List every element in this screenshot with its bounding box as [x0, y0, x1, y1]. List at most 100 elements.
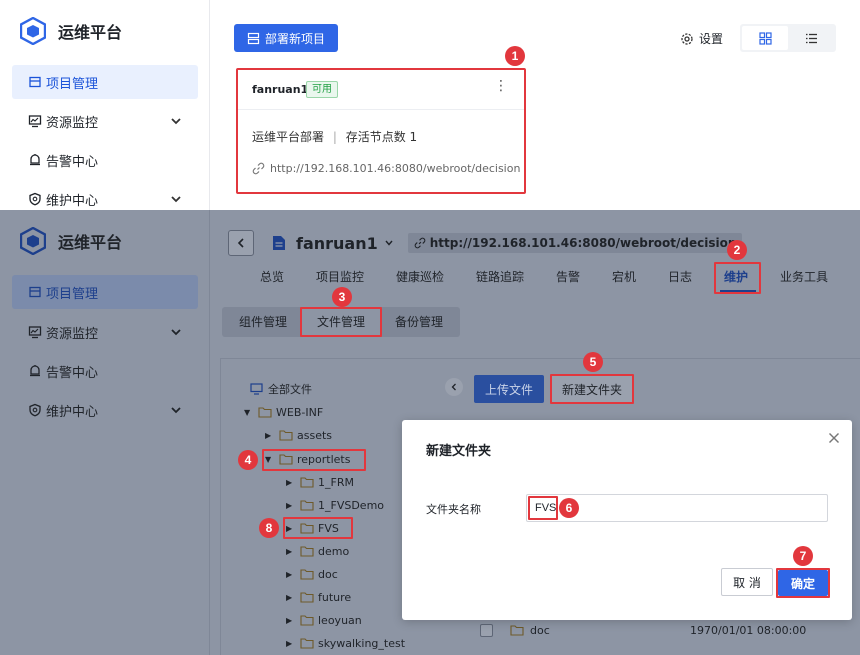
collapse-tree-button[interactable] [445, 378, 463, 396]
project-name: fanruan1 [296, 233, 378, 253]
highlight-box [283, 517, 353, 539]
upload-file-button[interactable]: 上传文件 [474, 375, 544, 403]
desc-separator: | [332, 130, 337, 144]
tree-node-label: WEB-INF [276, 405, 324, 419]
sidebar-item-label: 维护中心 [46, 193, 99, 209]
tree-node-demo[interactable]: ▶ demo [286, 542, 349, 560]
sidebar-item-resource-monitor[interactable]: 资源监控 [12, 104, 198, 138]
tree-node-assets[interactable]: ▶ assets [265, 426, 332, 444]
deploy-project-button[interactable]: 部署新项目 [234, 24, 338, 52]
cancel-button[interactable]: 取 消 [721, 568, 773, 596]
subtab-component-mgmt[interactable]: 组件管理 [228, 307, 298, 337]
caret-right-icon[interactable]: ▶ [286, 593, 296, 602]
tree-node-1-fvsdemo[interactable]: ▶ 1_FVSDemo [286, 496, 384, 514]
list-view-button[interactable] [788, 26, 834, 50]
bell-icon [30, 365, 40, 377]
highlight-box [776, 568, 830, 598]
close-icon[interactable] [828, 432, 840, 444]
bell-icon [30, 154, 40, 166]
caret-right-icon[interactable]: ▶ [286, 639, 296, 648]
folder-icon [300, 568, 314, 580]
tab-health-check[interactable]: 健康巡检 [396, 268, 444, 285]
chevron-down-icon [171, 118, 181, 125]
row-checkbox[interactable] [480, 624, 493, 637]
project-url-chip[interactable]: http://192.168.101.46:8080/webroot/decis… [407, 233, 743, 253]
sidebar-item-label: 维护中心 [46, 404, 99, 420]
sidebar-item-projects[interactable]: 项目管理 [12, 275, 198, 309]
view-toggle [740, 24, 836, 52]
project-card-node-count: 存活节点数 1 [345, 130, 418, 144]
project-card[interactable]: fanruan1 可用 ⋮ 运维平台部署 | 存活节点数 1 http://19… [236, 68, 526, 194]
step-marker-1: 1 [505, 46, 525, 66]
chevron-down-icon[interactable] [384, 238, 394, 248]
project-card-url-text: http://192.168.101.46:8080/webroot/decis… [270, 162, 521, 175]
tree-node-label: leoyuan [318, 613, 362, 627]
tree-node-doc[interactable]: ▶ doc [286, 565, 338, 583]
row-name: doc [530, 624, 550, 637]
chevron-down-icon [171, 196, 181, 203]
dialog-title: 新建文件夹 [426, 444, 492, 459]
tab-overview[interactable]: 总览 [260, 268, 284, 285]
subtab-backup-mgmt[interactable]: 备份管理 [382, 307, 456, 337]
link-icon [252, 162, 265, 175]
highlight-box [300, 307, 382, 337]
project-card-header: fanruan1 可用 ⋮ [238, 70, 524, 110]
sidebar-item-resource-monitor[interactable]: 资源监控 [12, 315, 198, 349]
shield-icon [29, 192, 41, 206]
deploy-project-label: 部署新项目 [264, 31, 325, 46]
list-icon [29, 76, 41, 88]
project-header: fanruan1 http://192.168.101.46:8080/webr… [228, 230, 743, 256]
tree-node-leoyuan[interactable]: ▶ leoyuan [286, 611, 362, 629]
back-button[interactable] [228, 230, 254, 256]
sidebar-item-maintenance-center[interactable]: 维护中心 [12, 182, 198, 210]
sidebar-item-label: 资源监控 [46, 115, 99, 131]
sidebar-item-alarm-center[interactable]: 告警中心 [12, 354, 198, 388]
tree-node-1-frm[interactable]: ▶ 1_FRM [286, 473, 354, 491]
sidebar-item-alarm-center[interactable]: 告警中心 [12, 143, 198, 177]
caret-right-icon[interactable]: ▶ [286, 547, 296, 556]
caret-right-icon[interactable]: ▶ [286, 570, 296, 579]
folder-icon [300, 591, 314, 603]
tab-alarm[interactable]: 告警 [556, 268, 580, 285]
tree-node-label: 1_FVSDemo [318, 498, 385, 512]
tree-node-skywalking-test[interactable]: ▶ skywalking_test [286, 634, 405, 652]
settings-button[interactable]: 设置 [680, 30, 723, 47]
tree-node-label: skywalking_test [318, 636, 406, 650]
tab-trace[interactable]: 链路追踪 [476, 268, 524, 285]
settings-label: 设置 [699, 32, 724, 46]
caret-down-icon[interactable]: ▼ [244, 408, 254, 417]
tab-logs[interactable]: 日志 [668, 268, 692, 285]
server-icon [247, 32, 260, 44]
chevron-down-icon [171, 329, 181, 336]
sidebar-item-label: 项目管理 [46, 286, 99, 302]
project-list-screen: 运维平台 项目管理 资源监控 告警中心 维护中心 部署新项目 设置 fanrua… [0, 0, 860, 210]
highlight-box [550, 374, 634, 404]
tab-downtime[interactable]: 宕机 [612, 268, 636, 285]
document-icon [273, 236, 285, 250]
tree-root[interactable]: 全部文件 [250, 380, 312, 398]
grid-view-button[interactable] [742, 26, 788, 50]
highlight-box [262, 449, 366, 471]
brand-name: 运维平台 [58, 233, 123, 252]
caret-right-icon[interactable]: ▶ [286, 616, 296, 625]
tab-business-tools[interactable]: 业务工具 [780, 268, 828, 285]
tab-project-monitor[interactable]: 项目监控 [316, 268, 364, 285]
tree-node-label: doc [318, 567, 338, 581]
sidebar-item-projects[interactable]: 项目管理 [12, 65, 198, 99]
monitor-icon [28, 326, 42, 339]
tree-node-future[interactable]: ▶ future [286, 588, 351, 606]
caret-right-icon[interactable]: ▶ [286, 501, 296, 510]
sidebar-item-label: 告警中心 [46, 365, 99, 381]
sidebar-item-label: 资源监控 [46, 326, 99, 342]
tree-node-web-inf[interactable]: ▼ WEB-INF [244, 403, 323, 421]
folder-icon [300, 614, 314, 626]
sidebar: 运维平台 项目管理 资源监控 告警中心 维护中心 [0, 0, 210, 210]
sidebar-item-maintenance-center[interactable]: 维护中心 [12, 393, 198, 427]
list-icon [29, 286, 41, 298]
caret-right-icon[interactable]: ▶ [286, 478, 296, 487]
table-row[interactable]: doc 1970/01/01 08:00:00 [472, 620, 860, 642]
more-menu-icon[interactable]: ⋮ [494, 78, 508, 94]
list-view-icon [805, 33, 817, 43]
project-card-url[interactable]: http://192.168.101.46:8080/webroot/decis… [252, 162, 520, 175]
caret-right-icon[interactable]: ▶ [265, 431, 275, 440]
